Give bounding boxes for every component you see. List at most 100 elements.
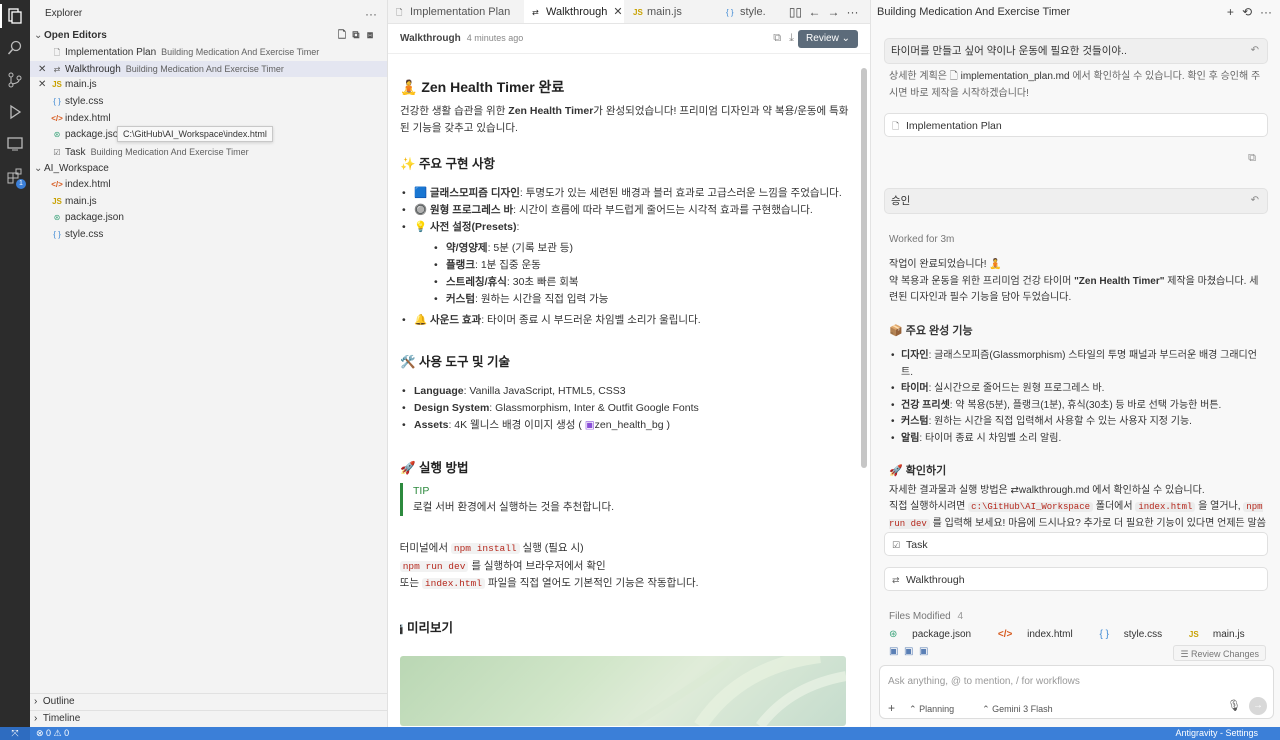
- walkthrough-card[interactable]: ⇄ Walkthrough: [884, 567, 1268, 591]
- split-editor-icon[interactable]: ▯▯: [786, 0, 805, 23]
- file-chip[interactable]: ⊛ package.json: [889, 629, 983, 640]
- open-editors-section[interactable]: ⌄ Open Editors 🗋 ⧉ ⧈: [30, 28, 387, 44]
- settings-status[interactable]: Antigravity - Settings: [1175, 727, 1258, 740]
- bullet: •: [891, 432, 895, 444]
- file-chip[interactable]: { } style.css: [1100, 629, 1175, 640]
- forward-icon[interactable]: →: [824, 0, 843, 23]
- explorer-icon[interactable]: [0, 0, 30, 32]
- file-description: Building Medication And Exercise Timer: [125, 63, 284, 74]
- workspace-file-item[interactable]: { } style.css: [30, 227, 387, 244]
- item-text: : 타이머 종료 시 부드러운 차임벨 소리가 울립니다.: [481, 314, 701, 326]
- new-chat-icon[interactable]: +: [1227, 5, 1234, 19]
- activity-bar: 1: [0, 0, 30, 727]
- open-editor-item[interactable]: ✕ ⇄ Walkthrough Building Medication And Exe…: [30, 60, 387, 79]
- timeline-label: Timeline: [42, 713, 81, 724]
- workspace-file-item[interactable]: </> index.html: [30, 177, 387, 194]
- file-name: style.css: [1123, 629, 1163, 640]
- review-changes-button[interactable]: ☰ Review Changes: [1173, 645, 1266, 661]
- walkthrough-document: 🧘 Zen Health Timer 완료 건강한 생활 습관을 위한 Zen …: [400, 76, 850, 726]
- task-card[interactable]: ☑ Task: [884, 532, 1268, 556]
- open-editor-item[interactable]: </> index.html: [30, 111, 387, 128]
- undo-icon[interactable]: ↶: [1251, 189, 1259, 213]
- file-chip[interactable]: </> index.html: [998, 629, 1085, 640]
- more-icon[interactable]: ···: [1260, 5, 1272, 19]
- chat-input-box[interactable]: Ask anything, @ to mention, / for workfl…: [879, 665, 1274, 719]
- save-all-icon[interactable]: ⧉: [349, 28, 363, 44]
- workspace-file-item[interactable]: JS main.js: [30, 194, 387, 211]
- features-heading: ✨ 주요 구현 사항: [400, 157, 495, 171]
- model-selector[interactable]: ⌃ Gemini 3 Flash: [982, 704, 1067, 714]
- copy-icon[interactable]: ⧉: [773, 32, 781, 44]
- walkthrough-file-link[interactable]: walkthrough.md: [1019, 485, 1090, 496]
- list-item: Assets: 4K 웰니스 배경 이미지 생성 ( ▣zen_health_b…: [402, 417, 850, 434]
- open-editor-item[interactable]: ✕ JS main.js: [30, 77, 387, 94]
- open-editor-item[interactable]: 🗋 Implementation Plan Building Medication …: [30, 44, 387, 61]
- list-item: Design System: Glassmorphism, Inter & Ou…: [402, 400, 850, 417]
- remote-icon[interactable]: ⤧: [0, 727, 30, 740]
- close-all-icon[interactable]: ⧈: [363, 28, 377, 44]
- preview-heading: 📷 미리보기: [400, 620, 454, 635]
- context-icon[interactable]: ▣: [919, 646, 928, 657]
- open-editor-item[interactable]: { } style.css: [30, 94, 387, 111]
- mode-selector[interactable]: ⌃ Planning: [909, 704, 968, 714]
- card-label: Walkthrough: [906, 574, 965, 586]
- list-item: • 디자인: 글래스모피즘(Glassmorphism) 스타일의 투명 패널과 …: [891, 348, 1267, 381]
- open-editor-item[interactable]: ☑ Task Building Medication And Exercise Ti…: [30, 144, 387, 161]
- plan-file-link[interactable]: implementation_plan.md: [961, 71, 1070, 82]
- asset-link[interactable]: zen_health_bg: [595, 419, 664, 431]
- more-icon[interactable]: ···: [365, 0, 377, 28]
- copy-icon[interactable]: ⧉: [1248, 152, 1256, 165]
- workspace-section[interactable]: ⌄ AI_Workspace: [30, 161, 387, 177]
- workspace-file-item[interactable]: ⊛ package.json: [30, 210, 387, 227]
- problems-indicator[interactable]: ⊗ 0 ⚠ 0: [36, 727, 69, 740]
- file-chip[interactable]: JS main.js: [1189, 629, 1257, 640]
- item-bold: 약/영양제: [446, 242, 488, 254]
- worked-duration[interactable]: Worked for 3m: [889, 232, 1267, 249]
- image-icon: ▣: [584, 419, 595, 431]
- context-icon[interactable]: ▣: [889, 646, 898, 657]
- context-icon[interactable]: ▣: [904, 646, 913, 657]
- tab-tools: ▯▯ ← → ···: [786, 0, 862, 23]
- document-icon: 🗋: [892, 121, 900, 131]
- timeline-section[interactable]: › Timeline: [30, 710, 388, 726]
- close-icon[interactable]: ✕: [38, 62, 50, 79]
- item-bold: 스트레칭/휴식: [446, 276, 507, 288]
- tab-implementation-plan[interactable]: 🗋 Implementation Plan: [388, 0, 523, 23]
- file-name: style.css: [65, 96, 104, 108]
- item-text: : 투명도가 있는 세련된 배경과 블러 효과로 고급스러운 느낌을 주었습니다…: [519, 187, 842, 199]
- path-tooltip: C:\GitHub\AI_Workspace\index.html: [117, 126, 273, 142]
- tip-callout: TIP 로컬 서버 환경에서 실행하는 것을 추천합니다.: [400, 483, 850, 516]
- explorer-header: Explorer ···: [30, 0, 387, 28]
- run-debug-icon[interactable]: [0, 96, 30, 128]
- check-text: 을 열거나,: [1195, 501, 1244, 512]
- remote-explorer-icon[interactable]: [0, 128, 30, 160]
- source-control-icon[interactable]: [0, 64, 30, 96]
- intro-text: 건강한 생활 습관을 위한: [400, 105, 509, 117]
- implementation-plan-card[interactable]: 🗋 Implementation Plan: [884, 113, 1268, 137]
- back-icon[interactable]: ←: [805, 0, 824, 23]
- more-icon[interactable]: ···: [843, 0, 862, 23]
- search-icon[interactable]: [0, 32, 30, 64]
- history-icon[interactable]: ⟲: [1242, 5, 1252, 19]
- undo-icon[interactable]: ↶: [1251, 39, 1259, 63]
- html-icon: </>: [997, 629, 1016, 640]
- download-icon[interactable]: ⤓: [789, 32, 794, 44]
- outline-section[interactable]: › Outline: [30, 693, 388, 709]
- tab-style-css[interactable]: { } style.: [718, 0, 778, 23]
- close-icon[interactable]: ✕: [38, 77, 50, 94]
- chat-input-placeholder[interactable]: Ask anything, @ to mention, / for workfl…: [888, 676, 1080, 687]
- leaf-pattern: [627, 656, 846, 726]
- new-file-icon[interactable]: 🗋: [335, 28, 349, 44]
- extensions-icon[interactable]: 1: [0, 160, 30, 192]
- microphone-icon[interactable]: 🎙: [1227, 699, 1241, 712]
- editor-scrollbar[interactable]: [861, 68, 867, 468]
- close-icon[interactable]: ✕: [613, 6, 622, 18]
- tab-walkthrough[interactable]: ⇄ Walkthrough ✕: [524, 0, 624, 23]
- tab-main-js[interactable]: JS main.js: [625, 0, 717, 23]
- send-button[interactable]: →: [1249, 697, 1267, 715]
- check-line: 자세한 결과물과 실행 방법은 ⇄walkthrough.md 에서 확인하실 …: [889, 483, 1267, 500]
- document-icon: 🗋: [53, 48, 61, 57]
- review-button[interactable]: Review ⌄: [798, 30, 858, 48]
- css-icon: { }: [1099, 629, 1112, 640]
- add-context-icon[interactable]: +: [888, 701, 895, 715]
